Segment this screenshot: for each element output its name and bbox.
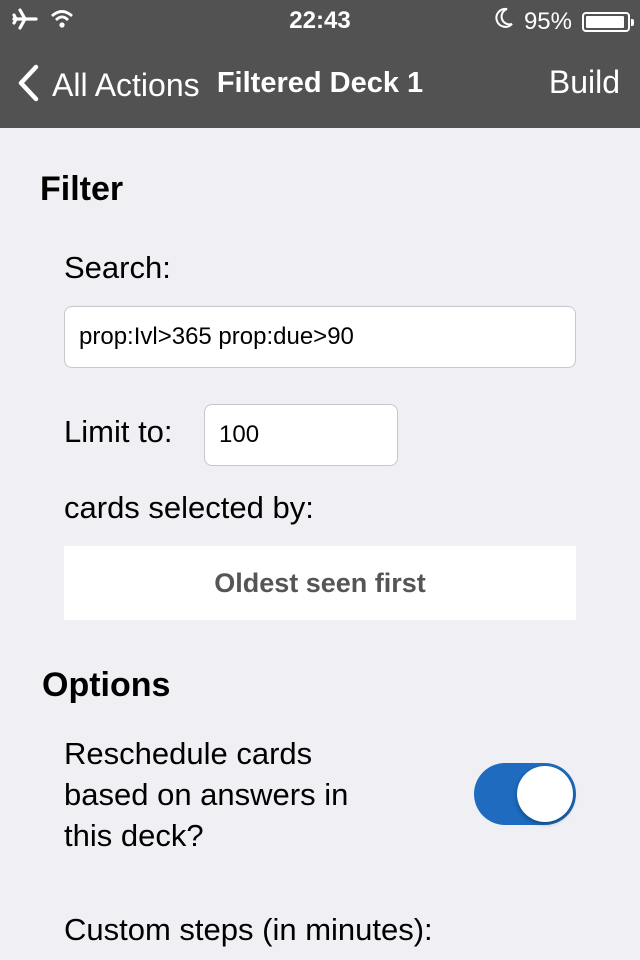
selected-by-label: cards selected by: (64, 490, 314, 525)
top-bar: 22:43 95% All Actions Filtered Deck 1 Bu… (0, 0, 640, 128)
battery-percent: 95% (523, 7, 572, 35)
order-select-value: Oldest seen first (214, 567, 426, 598)
battery-fill (586, 15, 624, 28)
moon-icon (494, 7, 514, 36)
search-input-value: prop:Ivl>365 prop:due>90 (79, 323, 354, 350)
build-button[interactable]: Build (549, 64, 620, 101)
navigation-bar: All Actions Filtered Deck 1 Build (0, 40, 640, 128)
search-label: Search: (64, 250, 171, 285)
options-section-title: Options (42, 666, 171, 704)
limit-label: Limit to: (64, 414, 173, 449)
search-input[interactable]: prop:Ivl>365 prop:due>90 (64, 306, 576, 368)
chevron-left-icon (16, 64, 40, 107)
back-button[interactable]: All Actions (16, 64, 200, 107)
reschedule-label: Reschedule cards based on answers in thi… (64, 736, 349, 853)
filter-section-title: Filter (40, 170, 124, 208)
status-right: 95% (494, 7, 634, 36)
limit-input[interactable]: 100 (204, 404, 398, 466)
limit-input-value: 100 (219, 421, 260, 448)
battery-icon (582, 11, 634, 32)
toggle-knob (517, 766, 573, 822)
custom-steps-label: Custom steps (in minutes): (64, 912, 433, 947)
order-select-button[interactable]: Oldest seen first (64, 546, 576, 620)
status-bar: 22:43 95% (0, 0, 640, 40)
reschedule-toggle[interactable] (474, 763, 576, 825)
back-button-label: All Actions (52, 67, 200, 103)
